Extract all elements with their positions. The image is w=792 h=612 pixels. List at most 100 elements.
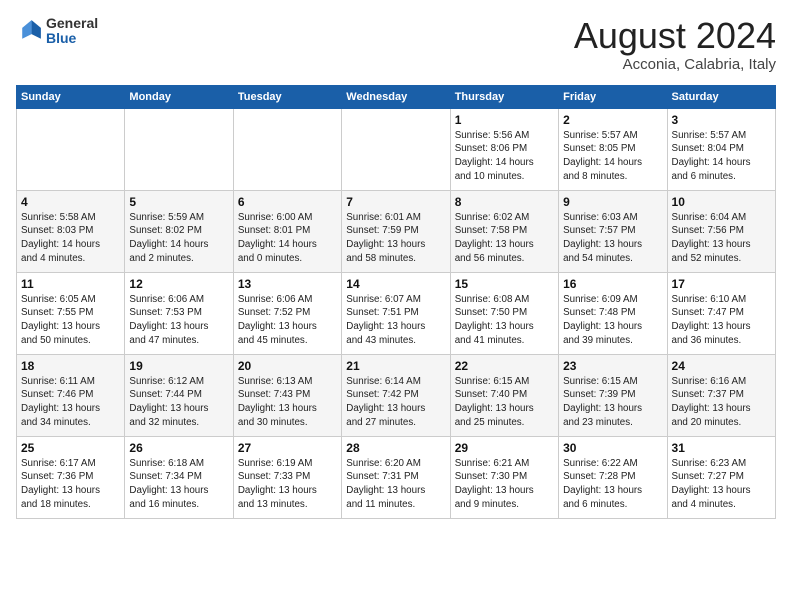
day-info: Sunrise: 6:18 AM Sunset: 7:34 PM Dayligh… — [129, 457, 228, 512]
day-info: Sunrise: 6:08 AM Sunset: 7:50 PM Dayligh… — [455, 293, 554, 348]
page-header: General Blue August 2024 Acconia, Calabr… — [16, 16, 776, 73]
day-cell — [342, 108, 450, 190]
day-number: 3 — [672, 113, 771, 127]
location-subtitle: Acconia, Calabria, Italy — [574, 56, 776, 73]
header-wednesday: Wednesday — [342, 85, 450, 108]
day-cell: 11 Sunrise: 6:05 AM Sunset: 7:55 PM Dayli… — [17, 272, 125, 354]
day-number: 30 — [563, 441, 662, 455]
day-info: Sunrise: 5:56 AM Sunset: 8:06 PM Dayligh… — [455, 129, 554, 184]
day-info: Sunrise: 6:02 AM Sunset: 7:58 PM Dayligh… — [455, 211, 554, 266]
logo: General Blue — [16, 16, 98, 47]
day-number: 27 — [238, 441, 337, 455]
day-cell: 29Sunrise: 6:21 AM Sunset: 7:30 PM Dayli… — [450, 436, 558, 518]
day-number: 8 — [455, 195, 554, 209]
day-info: Sunrise: 5:57 AM Sunset: 8:05 PM Dayligh… — [563, 129, 662, 184]
day-number: 25 — [21, 441, 120, 455]
header-friday: Friday — [559, 85, 667, 108]
day-cell: 1 Sunrise: 5:56 AM Sunset: 8:06 PM Daylig… — [450, 108, 558, 190]
week-row-4: 18Sunrise: 6:11 AM Sunset: 7:46 PM Dayli… — [17, 354, 776, 436]
day-cell: 8 Sunrise: 6:02 AM Sunset: 7:58 PM Daylig… — [450, 190, 558, 272]
day-cell: 7 Sunrise: 6:01 AM Sunset: 7:59 PM Daylig… — [342, 190, 450, 272]
day-info: Sunrise: 6:10 AM Sunset: 7:47 PM Dayligh… — [672, 293, 771, 348]
logo-blue-text: Blue — [46, 31, 98, 46]
week-row-1: 1 Sunrise: 5:56 AM Sunset: 8:06 PM Daylig… — [17, 108, 776, 190]
day-cell: 13Sunrise: 6:06 AM Sunset: 7:52 PM Dayli… — [233, 272, 341, 354]
day-info: Sunrise: 6:04 AM Sunset: 7:56 PM Dayligh… — [672, 211, 771, 266]
day-cell: 21 Sunrise: 6:14 AM Sunset: 7:42 PM Dayli… — [342, 354, 450, 436]
day-info: Sunrise: 6:15 AM Sunset: 7:39 PM Dayligh… — [563, 375, 662, 430]
header-saturday: Saturday — [667, 85, 775, 108]
day-cell — [17, 108, 125, 190]
day-cell: 9 Sunrise: 6:03 AM Sunset: 7:57 PM Daylig… — [559, 190, 667, 272]
day-cell: 15 Sunrise: 6:08 AM Sunset: 7:50 PM Dayli… — [450, 272, 558, 354]
day-number: 22 — [455, 359, 554, 373]
day-number: 6 — [238, 195, 337, 209]
day-info: Sunrise: 5:57 AM Sunset: 8:04 PM Dayligh… — [672, 129, 771, 184]
day-info: Sunrise: 6:20 AM Sunset: 7:31 PM Dayligh… — [346, 457, 445, 512]
day-cell: 5 Sunrise: 5:59 AM Sunset: 8:02 PM Daylig… — [125, 190, 233, 272]
day-number: 1 — [455, 113, 554, 127]
day-cell: 26 Sunrise: 6:18 AM Sunset: 7:34 PM Dayli… — [125, 436, 233, 518]
day-info: Sunrise: 6:06 AM Sunset: 7:53 PM Dayligh… — [129, 293, 228, 348]
day-info: Sunrise: 5:58 AM Sunset: 8:03 PM Dayligh… — [21, 211, 120, 266]
day-cell: 25 Sunrise: 6:17 AM Sunset: 7:36 PM Dayli… — [17, 436, 125, 518]
day-cell: 28 Sunrise: 6:20 AM Sunset: 7:31 PM Dayli… — [342, 436, 450, 518]
day-cell: 10 Sunrise: 6:04 AM Sunset: 7:56 PM Dayli… — [667, 190, 775, 272]
day-number: 13 — [238, 277, 337, 291]
day-info: Sunrise: 6:01 AM Sunset: 7:59 PM Dayligh… — [346, 211, 445, 266]
day-number: 10 — [672, 195, 771, 209]
header-thursday: Thursday — [450, 85, 558, 108]
day-info: Sunrise: 6:03 AM Sunset: 7:57 PM Dayligh… — [563, 211, 662, 266]
day-info: Sunrise: 6:16 AM Sunset: 7:37 PM Dayligh… — [672, 375, 771, 430]
day-cell: 17Sunrise: 6:10 AM Sunset: 7:47 PM Dayli… — [667, 272, 775, 354]
day-info: Sunrise: 6:13 AM Sunset: 7:43 PM Dayligh… — [238, 375, 337, 430]
day-number: 12 — [129, 277, 228, 291]
day-info: Sunrise: 5:59 AM Sunset: 8:02 PM Dayligh… — [129, 211, 228, 266]
day-info: Sunrise: 6:11 AM Sunset: 7:46 PM Dayligh… — [21, 375, 120, 430]
day-cell: 19Sunrise: 6:12 AM Sunset: 7:44 PM Dayli… — [125, 354, 233, 436]
day-cell — [125, 108, 233, 190]
header-tuesday: Tuesday — [233, 85, 341, 108]
header-monday: Monday — [125, 85, 233, 108]
day-number: 11 — [21, 277, 120, 291]
calendar-table: SundayMondayTuesdayWednesdayThursdayFrid… — [16, 85, 776, 519]
header-row: SundayMondayTuesdayWednesdayThursdayFrid… — [17, 85, 776, 108]
day-cell: 4 Sunrise: 5:58 AM Sunset: 8:03 PM Daylig… — [17, 190, 125, 272]
day-cell: 24 Sunrise: 6:16 AM Sunset: 7:37 PM Dayli… — [667, 354, 775, 436]
day-cell: 6 Sunrise: 6:00 AM Sunset: 8:01 PM Daylig… — [233, 190, 341, 272]
day-info: Sunrise: 6:07 AM Sunset: 7:51 PM Dayligh… — [346, 293, 445, 348]
week-row-5: 25 Sunrise: 6:17 AM Sunset: 7:36 PM Dayli… — [17, 436, 776, 518]
day-cell: 18Sunrise: 6:11 AM Sunset: 7:46 PM Dayli… — [17, 354, 125, 436]
day-info: Sunrise: 6:14 AM Sunset: 7:42 PM Dayligh… — [346, 375, 445, 430]
day-cell: 16 Sunrise: 6:09 AM Sunset: 7:48 PM Dayli… — [559, 272, 667, 354]
month-title: August 2024 — [574, 16, 776, 56]
day-cell: 30 Sunrise: 6:22 AM Sunset: 7:28 PM Dayli… — [559, 436, 667, 518]
day-info: Sunrise: 6:05 AM Sunset: 7:55 PM Dayligh… — [21, 293, 120, 348]
day-info: Sunrise: 6:17 AM Sunset: 7:36 PM Dayligh… — [21, 457, 120, 512]
day-info: Sunrise: 6:09 AM Sunset: 7:48 PM Dayligh… — [563, 293, 662, 348]
day-number: 21 — [346, 359, 445, 373]
day-cell: 2Sunrise: 5:57 AM Sunset: 8:05 PM Daylig… — [559, 108, 667, 190]
day-number: 9 — [563, 195, 662, 209]
day-number: 4 — [21, 195, 120, 209]
day-cell — [233, 108, 341, 190]
day-number: 14 — [346, 277, 445, 291]
day-info: Sunrise: 6:00 AM Sunset: 8:01 PM Dayligh… — [238, 211, 337, 266]
day-number: 26 — [129, 441, 228, 455]
day-number: 28 — [346, 441, 445, 455]
week-row-3: 11 Sunrise: 6:05 AM Sunset: 7:55 PM Dayli… — [17, 272, 776, 354]
day-number: 24 — [672, 359, 771, 373]
day-info: Sunrise: 6:22 AM Sunset: 7:28 PM Dayligh… — [563, 457, 662, 512]
day-cell: 3 Sunrise: 5:57 AM Sunset: 8:04 PM Daylig… — [667, 108, 775, 190]
day-cell: 23Sunrise: 6:15 AM Sunset: 7:39 PM Dayli… — [559, 354, 667, 436]
day-number: 7 — [346, 195, 445, 209]
day-number: 5 — [129, 195, 228, 209]
day-number: 15 — [455, 277, 554, 291]
day-number: 16 — [563, 277, 662, 291]
day-number: 31 — [672, 441, 771, 455]
day-cell: 27Sunrise: 6:19 AM Sunset: 7:33 PM Dayli… — [233, 436, 341, 518]
day-cell: 20Sunrise: 6:13 AM Sunset: 7:43 PM Dayli… — [233, 354, 341, 436]
logo-icon — [16, 17, 44, 45]
day-cell: 14 Sunrise: 6:07 AM Sunset: 7:51 PM Dayli… — [342, 272, 450, 354]
day-cell: 31Sunrise: 6:23 AM Sunset: 7:27 PM Dayli… — [667, 436, 775, 518]
